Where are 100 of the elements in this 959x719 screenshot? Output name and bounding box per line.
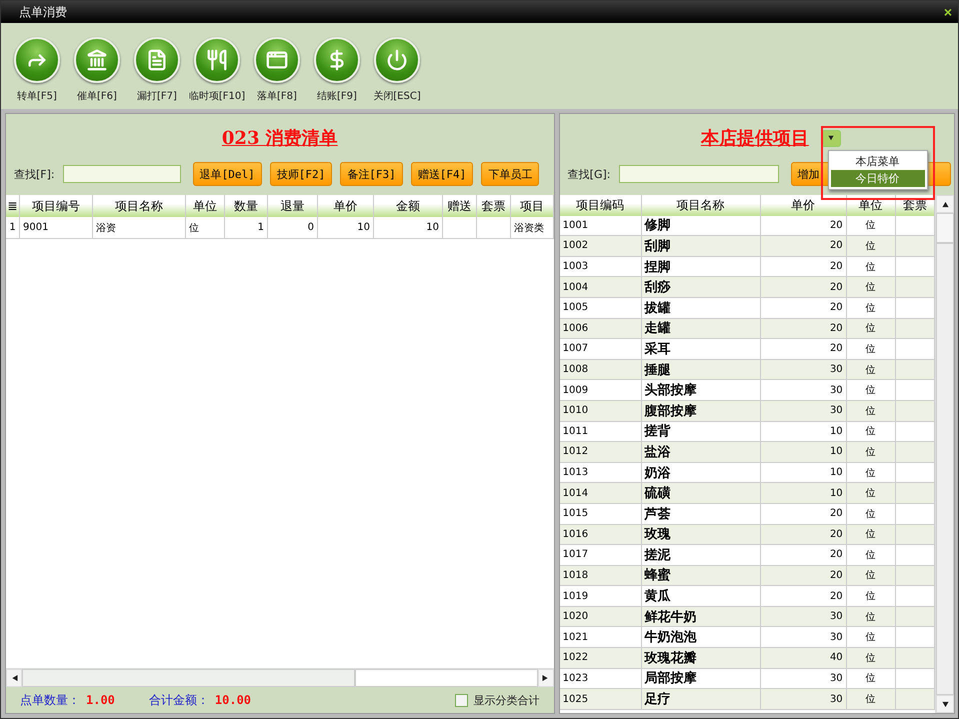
table-cell: 刮脚 [642,236,761,257]
table-cell: 位 [846,380,896,401]
table-cell: 1006 [560,318,642,340]
table-cell: 位 [846,462,896,484]
document-icon [146,49,168,71]
table-cell: 鲜花牛奶 [642,606,761,628]
table-cell: 位 [846,400,896,422]
table-cell: 10 [760,462,847,484]
total-label: 合计金额： [148,692,209,708]
action-button[interactable]: 下单员工 [481,162,540,186]
column-header: 项目 [511,195,554,217]
search-field[interactable] [62,165,181,183]
search-field[interactable] [618,165,778,183]
count-label: 点单数量： [20,692,80,708]
table-cell: 位 [846,360,896,380]
table-cell: 捶腿 [642,360,761,380]
table-cell: 位 [846,236,896,257]
column-header: ≣ [6,195,20,217]
table-cell: 1002 [560,236,642,257]
checkbox[interactable] [454,694,468,706]
search-label: 查找[F]: [14,166,55,182]
table-cell: 1021 [560,627,642,648]
total-value: 10.00 [214,693,252,707]
table-cell: 1003 [560,256,642,278]
column-header: 赠送 [443,195,477,217]
column-header: 单价 [318,195,374,217]
panel-title: 023 消费清单 [222,127,338,150]
table-cell: 1009 [560,380,642,401]
table-cell: 1017 [560,545,642,566]
table-cell: 采耳 [642,339,761,360]
scroll-thumb[interactable] [936,213,954,244]
dropdown-button[interactable] [820,130,841,146]
action-button[interactable]: 赠送[F4] [410,162,474,186]
table-cell: 芦荟 [642,504,761,524]
action-button[interactable]: 备注[F3] [340,162,403,186]
down-arrow-icon [942,700,948,708]
column-header: 项目编号 [20,195,93,217]
table-cell: 20 [760,318,847,340]
table-cell: 30 [760,606,847,628]
action-button[interactable]: 退单[Del] [192,162,262,186]
table-cell: 10 [318,217,374,239]
scroll-thumb[interactable] [22,669,356,687]
table-cell: 10 [760,442,847,463]
table-cell: 位 [846,586,896,607]
table-cell: 位 [186,217,225,239]
table-cell: 位 [846,504,896,524]
table-cell: 浴资 [93,217,186,239]
table-cell: 位 [846,524,896,546]
table-cell: 1007 [560,339,642,360]
table-cell: 1011 [560,422,642,442]
table-cell: 1022 [560,648,642,669]
table-cell: 10 [374,217,443,239]
table-cell: 9001 [20,217,93,239]
menu-item[interactable]: 今日特价 [830,170,925,187]
utensils-icon [206,49,228,71]
table-cell: 30 [760,360,847,380]
table-cell: 20 [760,566,847,586]
table-cell: 10 [760,483,847,504]
table-cell: 修脚 [642,216,761,236]
table-cell: 硫磺 [642,483,761,504]
table-cell: 1008 [560,360,642,380]
left-arrow-icon [10,674,18,682]
column-header: 退量 [268,195,318,217]
horizontal-scrollbar[interactable] [6,668,554,687]
table-cell: 1001 [560,216,642,236]
table-cell: 20 [760,277,847,298]
table-cell: 1020 [560,606,642,628]
table-cell: 头部按摩 [642,380,761,401]
table-cell: 刮痧 [642,277,761,298]
table-cell: 0 [268,217,318,239]
table-cell: 30 [760,400,847,422]
table-cell: 位 [846,483,896,504]
power-icon [386,49,408,71]
table-cell: 玫瑰 [642,524,761,546]
column-header: 项目名称 [93,195,186,217]
column-header: 数量 [225,195,268,217]
table-cell: 玫瑰花瓣 [642,648,761,669]
table-cell: 位 [846,277,896,298]
table-cell: 30 [760,627,847,648]
vertical-scrollbar[interactable] [935,195,954,713]
checkbox-label: 显示分类合计 [474,692,540,708]
table-cell: 奶浴 [642,462,761,484]
table-cell: 30 [760,380,847,401]
column-header: 项目名称 [642,195,761,216]
table-cell: 位 [846,318,896,340]
table-cell: 1004 [560,277,642,298]
table-cell: 1014 [560,483,642,504]
table-cell: 位 [846,606,896,628]
table-cell: 1025 [560,689,642,710]
table-cell: 黄瓜 [642,586,761,607]
table-cell: 1013 [560,462,642,484]
table-cell: 足疗 [642,689,761,710]
table-cell: 位 [846,668,896,690]
table-cell: 10 [760,422,847,442]
table-cell: 位 [846,545,896,566]
column-header: 项目编码 [560,195,642,216]
close-button[interactable]: × [944,4,952,20]
table-cell: 位 [846,627,896,648]
search-label: 查找[G]: [568,166,610,182]
action-button[interactable]: 技师[F2] [270,162,332,186]
